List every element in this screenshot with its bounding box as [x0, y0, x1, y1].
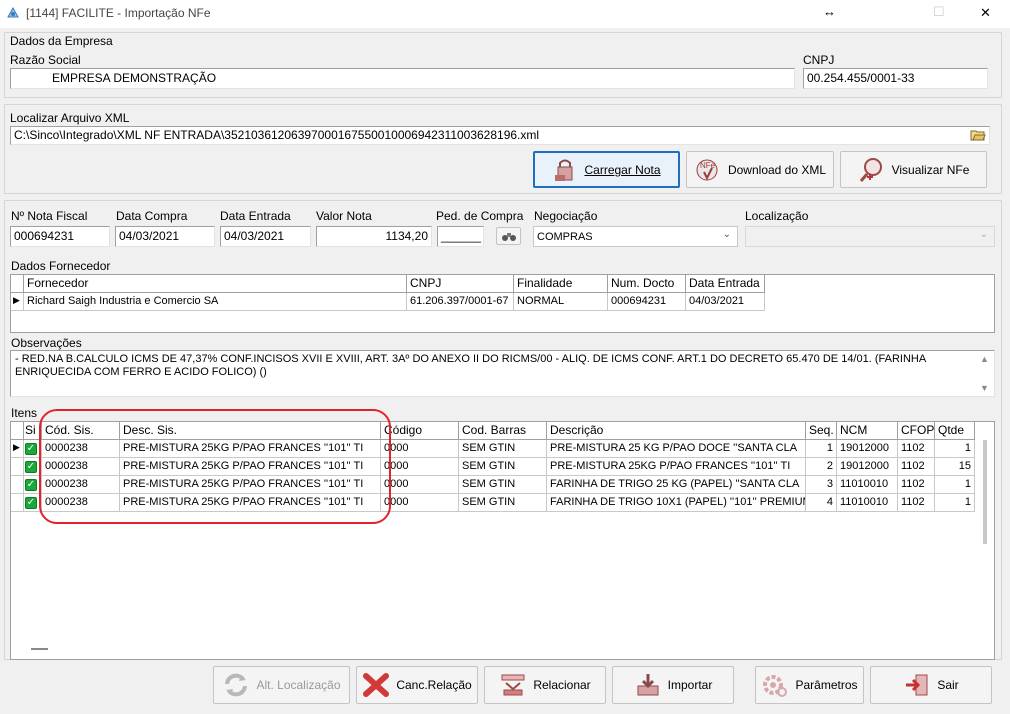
col-qtde[interactable]: Qtde	[935, 422, 975, 439]
col-ncm[interactable]: NCM	[837, 422, 898, 439]
data-entrada-field[interactable]: 04/03/2021	[220, 226, 311, 247]
col-codigo[interactable]: Código	[381, 422, 459, 439]
col-cod-barras[interactable]: Cod. Barras	[459, 422, 547, 439]
canc-relacao-label: Canc.Relação	[396, 678, 472, 692]
col-descricao[interactable]: Descrição	[547, 422, 806, 439]
scroll-up-icon[interactable]: ▲	[980, 354, 989, 364]
alt-localizacao-label: Alt. Localização	[256, 678, 341, 692]
scroll-down-icon[interactable]: ▼	[980, 383, 989, 393]
carregar-nota-label: Carregar Nota	[584, 162, 661, 177]
observacoes-text[interactable]: - RED.NA B.CALCULO ICMS DE 47,37% CONF.I…	[10, 350, 995, 397]
relate-icon	[501, 674, 525, 696]
load-note-icon	[555, 159, 573, 181]
col-cfop[interactable]: CFOP	[898, 422, 935, 439]
negociacao-label: Negociação	[534, 209, 598, 223]
empresa-group-title: Dados da Empresa	[10, 34, 113, 48]
importar-label: Importar	[667, 678, 713, 692]
col-seq[interactable]: Seq.	[806, 422, 837, 439]
cnpj-label: CNPJ	[803, 53, 835, 67]
localizacao-select: ⌄	[745, 226, 995, 247]
binoculars-icon	[501, 233, 516, 241]
horizontal-scrollbar[interactable]	[31, 648, 48, 650]
check-icon: ✓	[25, 497, 37, 509]
numero-nota-field: 000694231	[10, 226, 110, 247]
canc-relacao-button[interactable]: Canc.Relação	[356, 666, 478, 704]
importar-button[interactable]: Importar	[612, 666, 734, 704]
fornecedor-row[interactable]: ▶ Richard Saigh Industria e Comercio SA …	[11, 293, 765, 311]
xml-path-field[interactable]: C:\Sinco\Integrado\XML NF ENTRADA\352103…	[10, 126, 990, 145]
fornecedor-grid[interactable]: Fornecedor CNPJ Finalidade Num. Docto Da…	[10, 274, 995, 333]
data-compra-field: 04/03/2021	[115, 226, 215, 247]
magnifier-icon	[859, 157, 882, 182]
svg-text:NFe: NFe	[700, 161, 716, 170]
chevron-down-icon: ⌄	[979, 229, 988, 240]
pedido-search-button[interactable]	[496, 227, 521, 245]
col-fornecedor[interactable]: Fornecedor	[24, 275, 407, 292]
chevron-down-icon: ⌄	[722, 229, 731, 240]
negociacao-value: COMPRAS	[537, 231, 593, 243]
download-xml-icon: NFe	[696, 159, 718, 180]
check-icon: ✓	[25, 443, 37, 455]
row-pointer-icon: ▶	[11, 293, 24, 310]
itens-label: Itens	[11, 406, 38, 420]
parametros-label: Parâmetros	[795, 678, 858, 692]
window-title: [1144] FACILITE - Importação NFe	[26, 6, 211, 20]
pedido-compra-field[interactable]: ______	[437, 226, 484, 247]
maximize-icon[interactable]: ☐	[933, 4, 945, 20]
visualizar-nfe-button[interactable]: Visualizar NFe	[840, 151, 987, 188]
data-compra-label: Data Compra	[116, 209, 188, 223]
import-icon	[637, 674, 659, 696]
gear-icon	[763, 675, 788, 697]
open-folder-icon[interactable]	[970, 128, 986, 142]
row-pointer-icon: ▶	[11, 440, 24, 457]
sair-button[interactable]: Sair	[870, 666, 992, 704]
parametros-button[interactable]: Parâmetros	[755, 666, 864, 704]
highlight-circle	[39, 409, 391, 524]
app-logo-icon	[7, 6, 19, 18]
vertical-scrollbar[interactable]	[983, 440, 987, 544]
localizacao-label: Localização	[745, 209, 809, 223]
close-icon[interactable]: ✕	[980, 5, 991, 21]
exit-door-icon	[906, 674, 928, 696]
col-data-entrada[interactable]: Data Entrada	[686, 275, 765, 292]
alt-localizacao-button: Alt. Localização	[213, 666, 350, 704]
fornecedor-grid-header: Fornecedor CNPJ Finalidade Num. Docto Da…	[11, 275, 765, 293]
observacoes-label: Observações	[11, 336, 82, 350]
valor-nota-field: 1134,20	[316, 226, 432, 247]
col-cnpj[interactable]: CNPJ	[407, 275, 514, 292]
pedido-compra-label: Ped. de Compra	[436, 209, 524, 223]
valor-nota-label: Valor Nota	[316, 209, 372, 223]
relacionar-label: Relacionar	[533, 678, 591, 692]
razao-social-field: EMPRESA DEMONSTRAÇÃO	[10, 68, 795, 89]
refresh-icon	[225, 673, 248, 697]
xml-label: Localizar Arquivo XML	[10, 111, 130, 125]
visualizar-nfe-label: Visualizar NFe	[891, 162, 970, 177]
sair-label: Sair	[937, 678, 959, 692]
data-entrada-label: Data Entrada	[220, 209, 291, 223]
download-xml-label: Download do XML	[727, 162, 827, 177]
cnpj-field: 00.254.455/0001-33	[803, 68, 988, 89]
check-icon: ✓	[25, 479, 37, 491]
title-bar: [1144] FACILITE - Importação NFe ↔ ☐ ✕	[0, 0, 1010, 28]
fornecedor-label: Dados Fornecedor	[11, 259, 111, 273]
relacionar-button[interactable]: Relacionar	[484, 666, 606, 704]
razao-social-label: Razão Social	[10, 53, 81, 67]
negociacao-select[interactable]: COMPRAS ⌄	[533, 226, 738, 247]
download-xml-button[interactable]: NFe Download do XML	[686, 151, 834, 188]
check-icon: ✓	[25, 461, 37, 473]
cancel-x-icon	[363, 673, 390, 697]
col-finalidade[interactable]: Finalidade	[514, 275, 608, 292]
carregar-nota-button[interactable]: Carregar Nota	[533, 151, 680, 188]
col-num-docto[interactable]: Num. Docto	[608, 275, 686, 292]
restore-icon[interactable]: ↔	[823, 4, 836, 19]
numero-nota-label: Nº Nota Fiscal	[11, 209, 88, 223]
